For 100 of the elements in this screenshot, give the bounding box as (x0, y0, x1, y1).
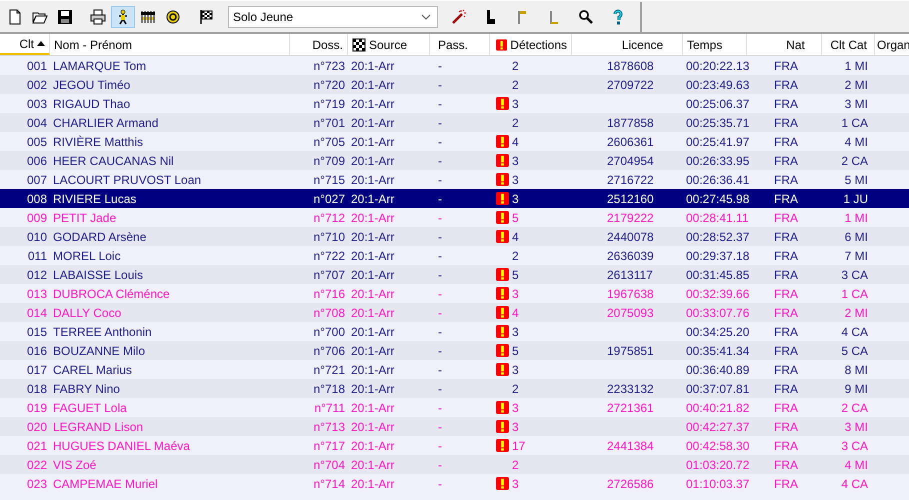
table-cell: 00:26:36.41 (686, 172, 750, 186)
table-cell: 00:26:33.95 (686, 154, 750, 168)
column-header[interactable]: Nom - Prénom (50, 34, 290, 55)
column-header[interactable]: Temps (683, 34, 747, 55)
table-cell: n°721 (314, 362, 345, 376)
table-cell: 4 (512, 306, 519, 320)
table-cell: LEGRAND Lison (53, 420, 144, 434)
table-cell: 011 (28, 248, 47, 262)
table-cell: - (438, 420, 442, 434)
table-cell: n°707 (314, 268, 345, 282)
table-row[interactable]: 002 JEGOU Timéo n°720 20:1-Arr - 2 2709722 00:23:49.63 FRA 2 MI (0, 75, 909, 94)
table-cell: 00:36:40.89 (686, 362, 750, 376)
column-header[interactable]: Nat (747, 34, 822, 55)
table-cell: n°723 (314, 58, 345, 72)
table-cell: TERREE Anthonin (53, 324, 152, 338)
column-header[interactable]: Pass. (430, 34, 490, 55)
table-cell: 00:34:25.20 (686, 324, 750, 338)
table-cell: 4 MI (844, 134, 868, 148)
table-cell: 2440078 (607, 230, 654, 244)
table-cell: FRA (774, 400, 798, 414)
table-cell: 20:1-Arr (351, 248, 394, 262)
table-cell: 2 (512, 382, 519, 396)
table-cell: 2075093 (607, 306, 654, 320)
table-cell: - (438, 438, 442, 452)
table-cell: 2613117 (607, 268, 653, 282)
table-row[interactable]: 012 LABAISSE Louis n°707 20:1-Arr - 5 2613117 00:31:45.85 FRA 3 CA (0, 265, 909, 284)
table-cell: n°706 (314, 344, 345, 358)
table-cell: 20:1-Arr (351, 286, 394, 300)
table-cell: 2179222 (607, 210, 654, 224)
table-cell: - (438, 172, 442, 186)
table-cell: 3 (512, 420, 519, 434)
header-label: Clt Cat (830, 38, 867, 52)
table-cell: 5 CA (841, 344, 868, 358)
table-cell: LAMARQUE Tom (53, 58, 146, 72)
table-cell: 20:1-Arr (351, 230, 394, 244)
table-cell: 20:1-Arr (351, 172, 394, 186)
table-cell: 2 (512, 458, 519, 472)
runner-icon[interactable] (111, 6, 135, 28)
chevron-down-icon (421, 14, 431, 20)
table-cell: 20:1-Arr (351, 344, 394, 358)
table-cell: - (438, 78, 442, 92)
table-cell: 1 CA (841, 116, 868, 130)
table-cell: n°714 (314, 476, 345, 490)
table-cell: 012 (26, 268, 47, 282)
table-cell: 2721361 (607, 400, 654, 414)
table-row[interactable]: 008 RIVIERE Lucas n°027 20:1-Arr - 3 2512160 00:27:45.98 FRA 1 JU (0, 189, 909, 208)
table-cell: 2 (512, 248, 519, 262)
table-cell: - (438, 362, 442, 376)
table-cell: n°027 (314, 192, 345, 206)
table-cell: DUBROCA Cléménce (53, 286, 170, 300)
table-cell: 3 CA (841, 268, 868, 282)
table-cell: n°715 (314, 172, 345, 186)
column-header[interactable]: Détections (490, 34, 572, 55)
table-cell: FRA (774, 344, 798, 358)
table-cell: 4 CA (841, 476, 868, 490)
header-label: Détections (510, 38, 567, 52)
table-row[interactable]: 004 CHARLIER Armand n°701 20:1-Arr - 2 1877858 00:25:35.71 FRA 1 CA (0, 113, 909, 132)
table-cell: 009 (26, 210, 47, 224)
table-cell: 20:1-Arr (351, 458, 394, 472)
table-cell: 010 (26, 230, 47, 244)
checkered-flag-icon (352, 38, 366, 52)
table-row[interactable]: 010 GODARD Arsène n°710 20:1-Arr - 4 2440078 00:28:52.37 FRA 6 MI (0, 227, 909, 246)
table-cell: 2606361 (607, 134, 654, 148)
table-cell: n°709 (314, 154, 345, 168)
table-cell: 2441384 (607, 438, 654, 452)
table-cell: 1967638 (607, 286, 654, 300)
table-cell: 2233132 (607, 382, 654, 396)
table-cell: FRA (774, 172, 798, 186)
table-cell: 3 (512, 154, 519, 168)
table-cell: 00:35:41.34 (686, 344, 750, 358)
table-cell: BOUZANNE Milo (53, 344, 146, 358)
column-header[interactable]: Doss. (290, 34, 348, 55)
table-cell: 1 JU (843, 192, 868, 206)
column-header[interactable]: Clt Cat (822, 34, 875, 55)
category-dropdown[interactable]: Solo Jeune (228, 6, 438, 28)
table-cell: FRA (774, 476, 798, 490)
table-row[interactable]: 018 FABRY Nino n°718 20:1-Arr - 2 2233132 00:37:07.81 FRA 9 MI (0, 379, 909, 398)
column-header[interactable]: Source (348, 34, 430, 55)
header-label: Licence (622, 38, 664, 52)
table-cell: 018 (26, 382, 47, 396)
table-row[interactable]: 016 BOUZANNE Milo n°706 20:1-Arr - 5 1975851 00:35:41.34 FRA 5 CA (0, 341, 909, 360)
header-label: Nat (786, 38, 805, 52)
table-cell: - (438, 192, 442, 206)
table-cell: 20:1-Arr (351, 268, 394, 282)
table-cell: 20:1-Arr (351, 306, 394, 320)
table-cell: HEER CAUCANAS Nil (53, 154, 174, 168)
column-header[interactable]: Licence (572, 34, 683, 55)
table-cell: FRA (774, 382, 798, 396)
table-cell: 00:20:22.13 (686, 58, 750, 72)
table-row[interactable]: 006 HEER CAUCANAS Nil n°709 20:1-Arr - 3 2704954 00:26:33.95 FRA 2 CA (0, 151, 909, 170)
table-cell: 3 (512, 192, 519, 206)
table-cell: 019 (26, 400, 47, 414)
table-cell: 021 (26, 438, 47, 452)
table-cell: FRA (774, 248, 798, 262)
table-cell: CAMPEMAE Muriel (53, 476, 158, 490)
table-cell: 20:1-Arr (351, 58, 394, 72)
table-cell: n°708 (314, 306, 345, 320)
table-cell: - (438, 58, 442, 72)
table-cell: - (438, 248, 442, 262)
table-cell: - (438, 268, 442, 282)
